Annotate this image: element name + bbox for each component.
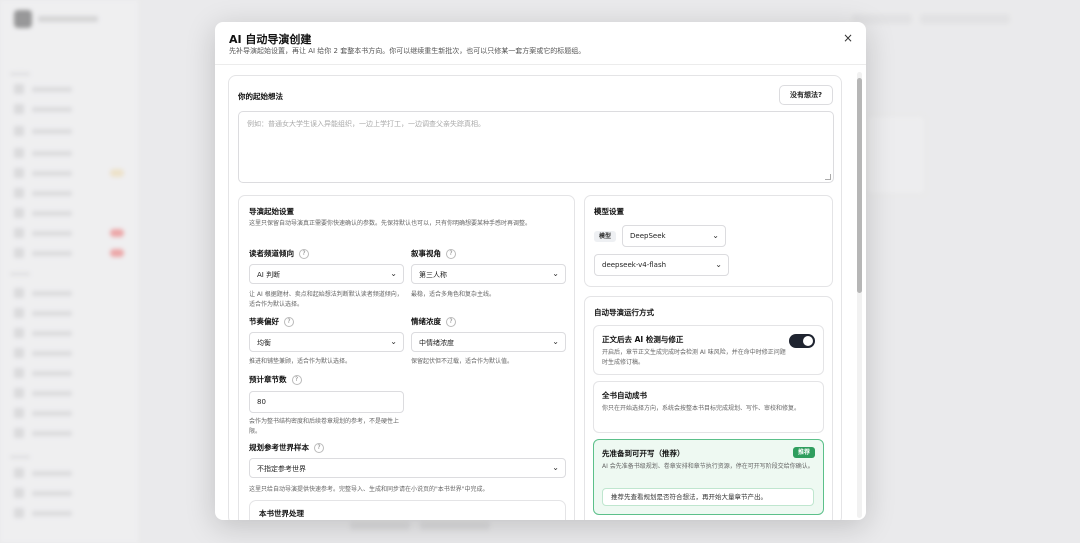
idea-placeholder: 例如：普通女大学生误入异能组织，一边上学打工，一边调查父亲失踪真相。 [247,120,485,128]
pace-select[interactable]: 均衡 ⌄ [249,332,404,352]
reader-channel-select[interactable]: AI 判断 ⌄ [249,264,404,284]
modal-subtitle: 先补导演起始设置，再让 AI 给你 2 套整本书方向。你可以继续重生新批次，也可… [229,47,586,55]
auto-director-modal: AI 自动导演创建 先补导演起始设置，再让 AI 给你 2 套整本书方向。你可以… [215,22,866,520]
emotion-label: 情绪浓度? [411,316,456,327]
emotion-select[interactable]: 中情绪浓度 ⌄ [411,332,566,352]
help-icon[interactable]: ? [446,317,456,327]
pov-select[interactable]: 第三人称 ⌄ [411,264,566,284]
chevron-down-icon: ⌄ [552,337,559,346]
pace-label: 节奏偏好? [249,316,294,327]
modal-title: AI 自动导演创建 [229,33,312,46]
option-desc: 开启后，章节正文生成完成时会检测 AI 味风险，并在命中时修正问题时生成修订稿。 [602,349,786,366]
run-mode-card: 自动导演运行方式 正文后去 AI 检测与修正 开启后，章节正文生成完成时会检测 … [584,296,833,520]
pov-note: 最稳，适合多角色和复杂主线。 [411,291,496,298]
option-title: 正文后去 AI 检测与修正 [602,335,684,344]
director-description: 这里只保留自动导演真正需要你快速确认的参数。先保持默认也可以，只有你明确想要某种… [249,220,532,227]
world-sample-label: 规划参考世界样本? [249,442,324,453]
settings-card: 你的起始想法 没有想法? 例如：普通女大学生误入异能组织，一边上学打工，一边调查… [228,75,842,520]
chevron-down-icon: ⌄ [552,463,559,472]
chapters-input[interactable]: 80 [249,391,404,413]
chevron-down-icon: ⌄ [715,260,722,269]
chapters-note: 会作为整书结构密度和后续卷章规划的参考，不是硬性上限。 [249,418,400,435]
chevron-down-icon: ⌄ [712,231,719,240]
idea-label: 你的起始想法 [238,92,283,101]
option-desc: AI 会先准备书级规划、卷章安排和章节执行资源，停在可开写阶段交给你确认。 [602,463,814,470]
help-icon[interactable]: ? [284,317,294,327]
model-settings-card: 模型设置 模型 DeepSeek ⌄ deepseek-v4-flash ⌄ [584,195,833,287]
scrollbar-thumb[interactable] [857,78,862,293]
help-icon[interactable]: ? [446,249,456,259]
no-idea-button[interactable]: 没有想法? [779,85,833,105]
modal-body[interactable]: 你的起始想法 没有想法? 例如：普通女大学生误入异能组织，一边上学打工，一边调查… [215,65,866,520]
world-sample-select[interactable]: 不指定参考世界 ⌄ [249,458,566,478]
modal-scrollbar[interactable] [857,72,862,518]
option-title: 先准备到可开写（推荐） [602,449,685,458]
reader-channel-note: 让 AI 根据题材、卖点和起始想法判断默认读者频道倾向，适合作为默认选择。 [249,291,403,308]
option-prepare-recommended[interactable]: 先准备到可开写（推荐） 推荐 AI 会先准备书级规划、卷章安排和章节执行资源，停… [593,439,824,515]
chevron-down-icon: ⌄ [390,269,397,278]
book-world-card: 本书世界处理 [249,500,566,520]
world-sample-note: 这里只给自动导演提供快速参考。完整导入、生成和同步请在小说页的"本书世界"中完成… [249,486,489,493]
run-mode-heading: 自动导演运行方式 [594,308,654,317]
close-icon[interactable]: × [840,30,856,46]
book-world-label: 本书世界处理 [259,509,304,518]
provider-select[interactable]: DeepSeek ⌄ [622,225,726,247]
idea-textarea[interactable]: 例如：普通女大学生误入异能组织，一边上学打工，一边调查父亲失踪真相。 [238,111,834,183]
option-desc: 你只在开始选择方向，系统会按整本书目标完成规划、写作、审校和修复。 [602,405,801,412]
emotion-note: 保留起伏但不过载，适合作为默认值。 [411,358,514,365]
option-full-book[interactable]: 全书自动成书 你只在开始选择方向，系统会按整本书目标完成规划、写作、审校和修复。 [593,381,824,433]
pace-note: 推进和铺垫兼顾，适合作为默认选择。 [249,358,352,365]
option-ai-check[interactable]: 正文后去 AI 检测与修正 开启后，章节正文生成完成时会检测 AI 味风险，并在… [593,325,824,375]
recommended-hint: 推荐先查看规划是否符合想法，再开始大量章节产出。 [602,488,814,506]
chevron-down-icon: ⌄ [552,269,559,278]
director-settings-card: 导演起始设置 这里只保留自动导演真正需要你快速确认的参数。先保持默认也可以，只有… [238,195,575,520]
resize-handle-icon[interactable] [825,174,831,180]
help-icon[interactable]: ? [299,249,309,259]
model-select[interactable]: deepseek-v4-flash ⌄ [594,254,729,276]
model-tag: 模型 [594,231,617,242]
chapters-label: 预计章节数? [249,374,302,385]
ai-check-toggle[interactable] [789,334,815,348]
pov-label: 叙事视角? [411,248,456,259]
director-heading: 导演起始设置 [249,207,294,216]
recommended-badge: 推荐 [792,447,815,458]
modal-header: AI 自动导演创建 先补导演起始设置，再让 AI 给你 2 套整本书方向。你可以… [215,22,866,65]
chevron-down-icon: ⌄ [390,337,397,346]
option-title: 全书自动成书 [602,391,647,400]
model-heading: 模型设置 [594,207,624,216]
help-icon[interactable]: ? [314,443,324,453]
help-icon[interactable]: ? [291,375,302,385]
reader-channel-label: 读者频道倾向? [249,248,309,259]
